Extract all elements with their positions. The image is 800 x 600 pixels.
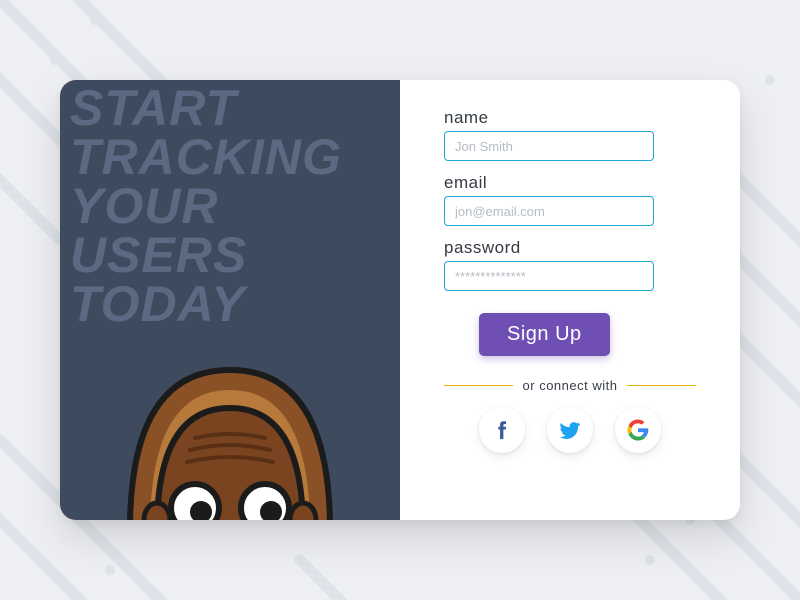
facebook-button[interactable]: [479, 407, 525, 453]
form-panel: name email password Sign Up or connect w…: [400, 80, 740, 520]
name-label: name: [444, 108, 696, 128]
password-input[interactable]: [444, 261, 654, 291]
hero-panel: START TRACKING YOUR USERS TODAY: [60, 80, 400, 520]
facebook-icon: [491, 419, 513, 441]
google-icon: [627, 419, 649, 441]
social-divider: or connect with: [444, 378, 696, 393]
email-label: email: [444, 173, 696, 193]
name-input[interactable]: [444, 131, 654, 161]
twitter-icon: [558, 418, 582, 442]
signup-button[interactable]: Sign Up: [479, 313, 610, 356]
email-field-group: email: [444, 173, 696, 226]
hero-headline: START TRACKING YOUR USERS TODAY: [70, 84, 342, 329]
divider-text: or connect with: [523, 378, 618, 393]
divider-line-left: [444, 385, 513, 386]
submit-row: Sign Up: [444, 313, 696, 356]
hero-avatar: [95, 330, 365, 520]
name-field-group: name: [444, 108, 696, 161]
social-row: [444, 407, 696, 453]
divider-line-right: [627, 385, 696, 386]
google-button[interactable]: [615, 407, 661, 453]
password-label: password: [444, 238, 696, 258]
password-field-group: password: [444, 238, 696, 291]
email-input[interactable]: [444, 196, 654, 226]
signup-card: START TRACKING YOUR USERS TODAY name: [60, 80, 740, 520]
twitter-button[interactable]: [547, 407, 593, 453]
